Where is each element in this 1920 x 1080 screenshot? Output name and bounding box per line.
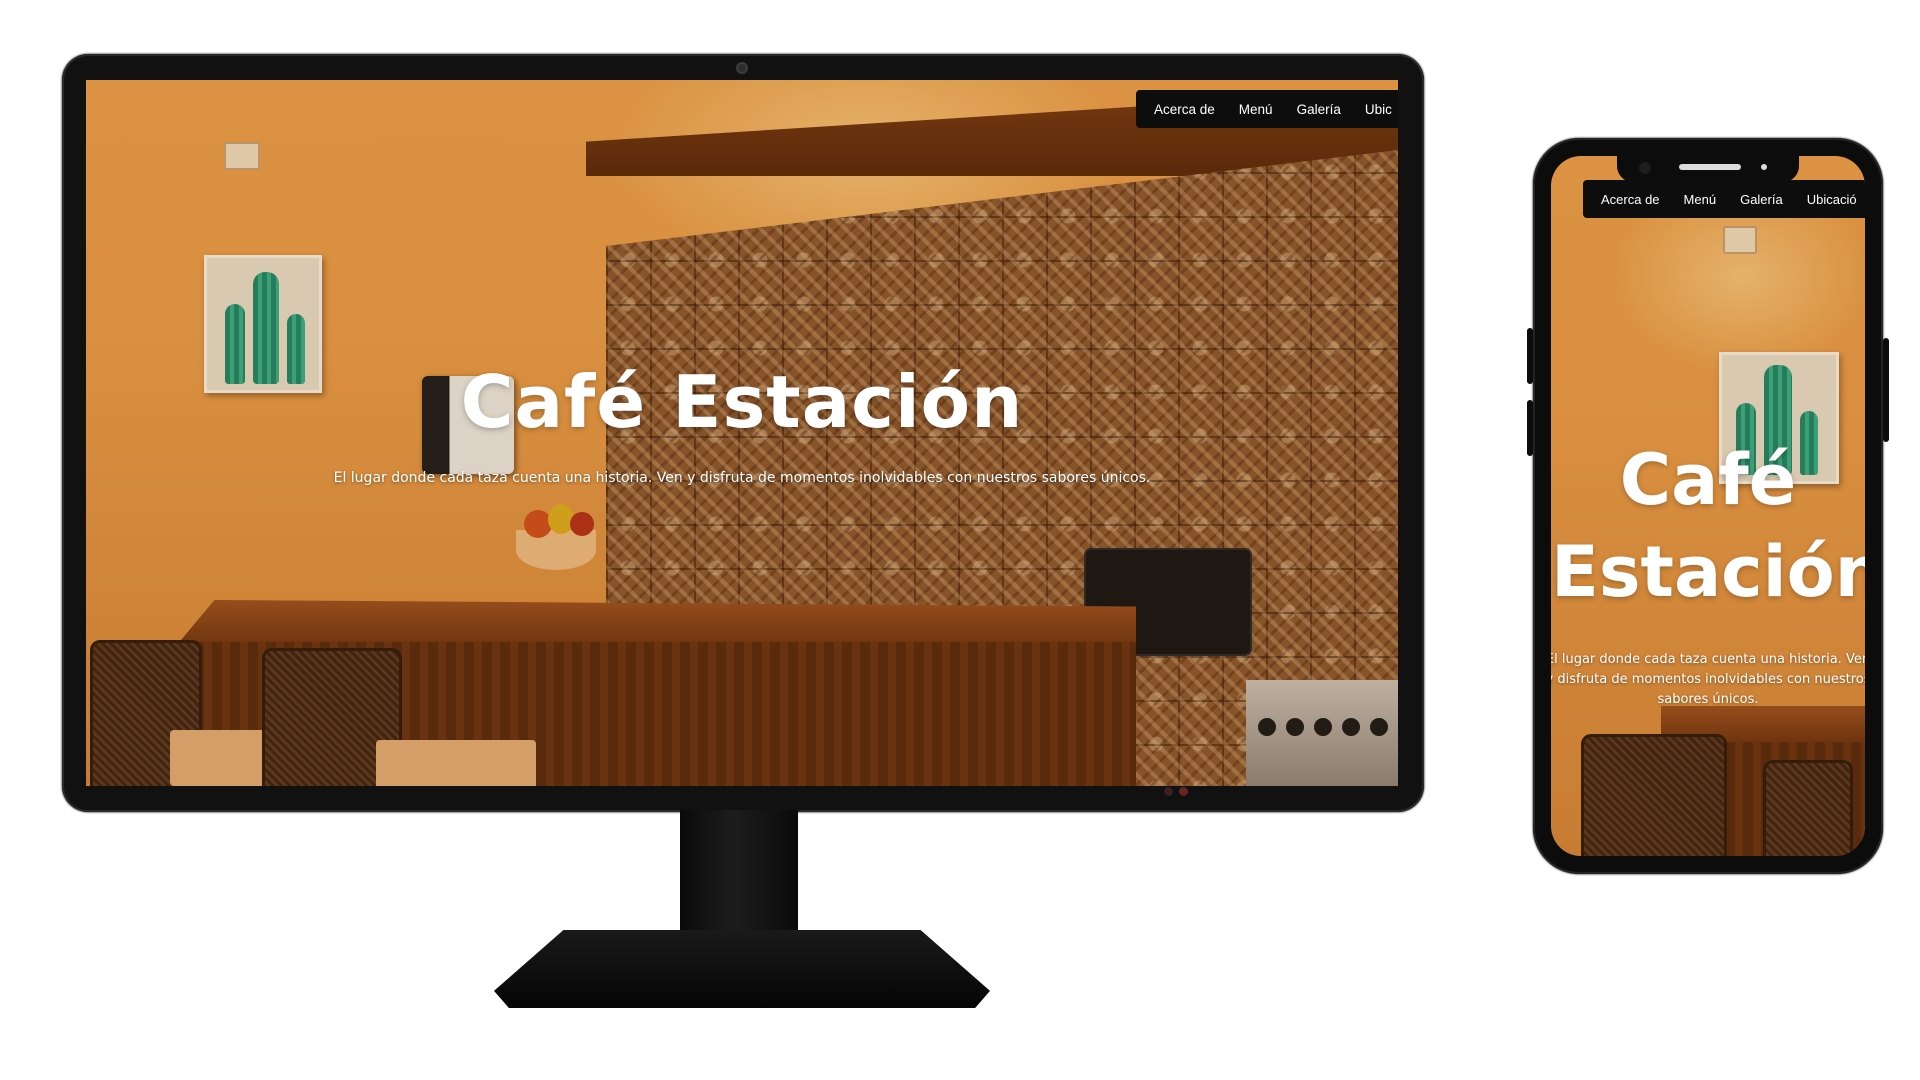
status-led-icon: [1179, 787, 1188, 796]
monitor-stand-base: [494, 930, 990, 1008]
desktop-screen: Acerca de Menú Galería Ubic Café Estació…: [86, 80, 1398, 786]
monitor-status-lights: [1164, 787, 1188, 796]
navigation-bar: Acerca de Menú Galería Ubic: [1136, 90, 1398, 128]
sensor-icon: [1761, 164, 1767, 170]
hero-title: Café Estación: [460, 360, 1024, 444]
power-led-icon: [1164, 787, 1173, 796]
hero-subtitle: El lugar donde cada taza cuenta una hist…: [333, 470, 1151, 486]
volume-down-button: [1527, 400, 1533, 456]
mobile-screen: Acerca de Menú Galería Ubicació Café Est…: [1551, 156, 1865, 856]
desktop-monitor-mockup: Acerca de Menú Galería Ubic Café Estació…: [62, 54, 1424, 812]
nav-link-menu[interactable]: Menú: [1239, 102, 1273, 117]
nav-link-about[interactable]: Acerca de: [1601, 192, 1660, 207]
speaker-icon: [1679, 164, 1741, 170]
volume-up-button: [1527, 328, 1533, 384]
nav-link-gallery[interactable]: Galería: [1740, 192, 1783, 207]
front-camera-icon: [1639, 162, 1651, 174]
hero-title: Café Estación: [1551, 439, 1865, 613]
hero-subtitle: El lugar donde cada taza cuenta una hist…: [1551, 652, 1865, 707]
monitor-camera-icon: [736, 62, 748, 74]
nav-link-gallery[interactable]: Galería: [1297, 102, 1341, 117]
nav-link-about[interactable]: Acerca de: [1154, 102, 1215, 117]
phone-notch: [1617, 156, 1799, 182]
nav-link-location[interactable]: Ubic: [1365, 102, 1392, 117]
navigation-bar: Acerca de Menú Galería Ubicació: [1583, 180, 1865, 218]
power-button: [1883, 338, 1889, 442]
nav-link-location[interactable]: Ubicació: [1807, 192, 1857, 207]
nav-link-menu[interactable]: Menú: [1684, 192, 1717, 207]
phone-mockup: Acerca de Menú Galería Ubicació Café Est…: [1527, 138, 1889, 874]
